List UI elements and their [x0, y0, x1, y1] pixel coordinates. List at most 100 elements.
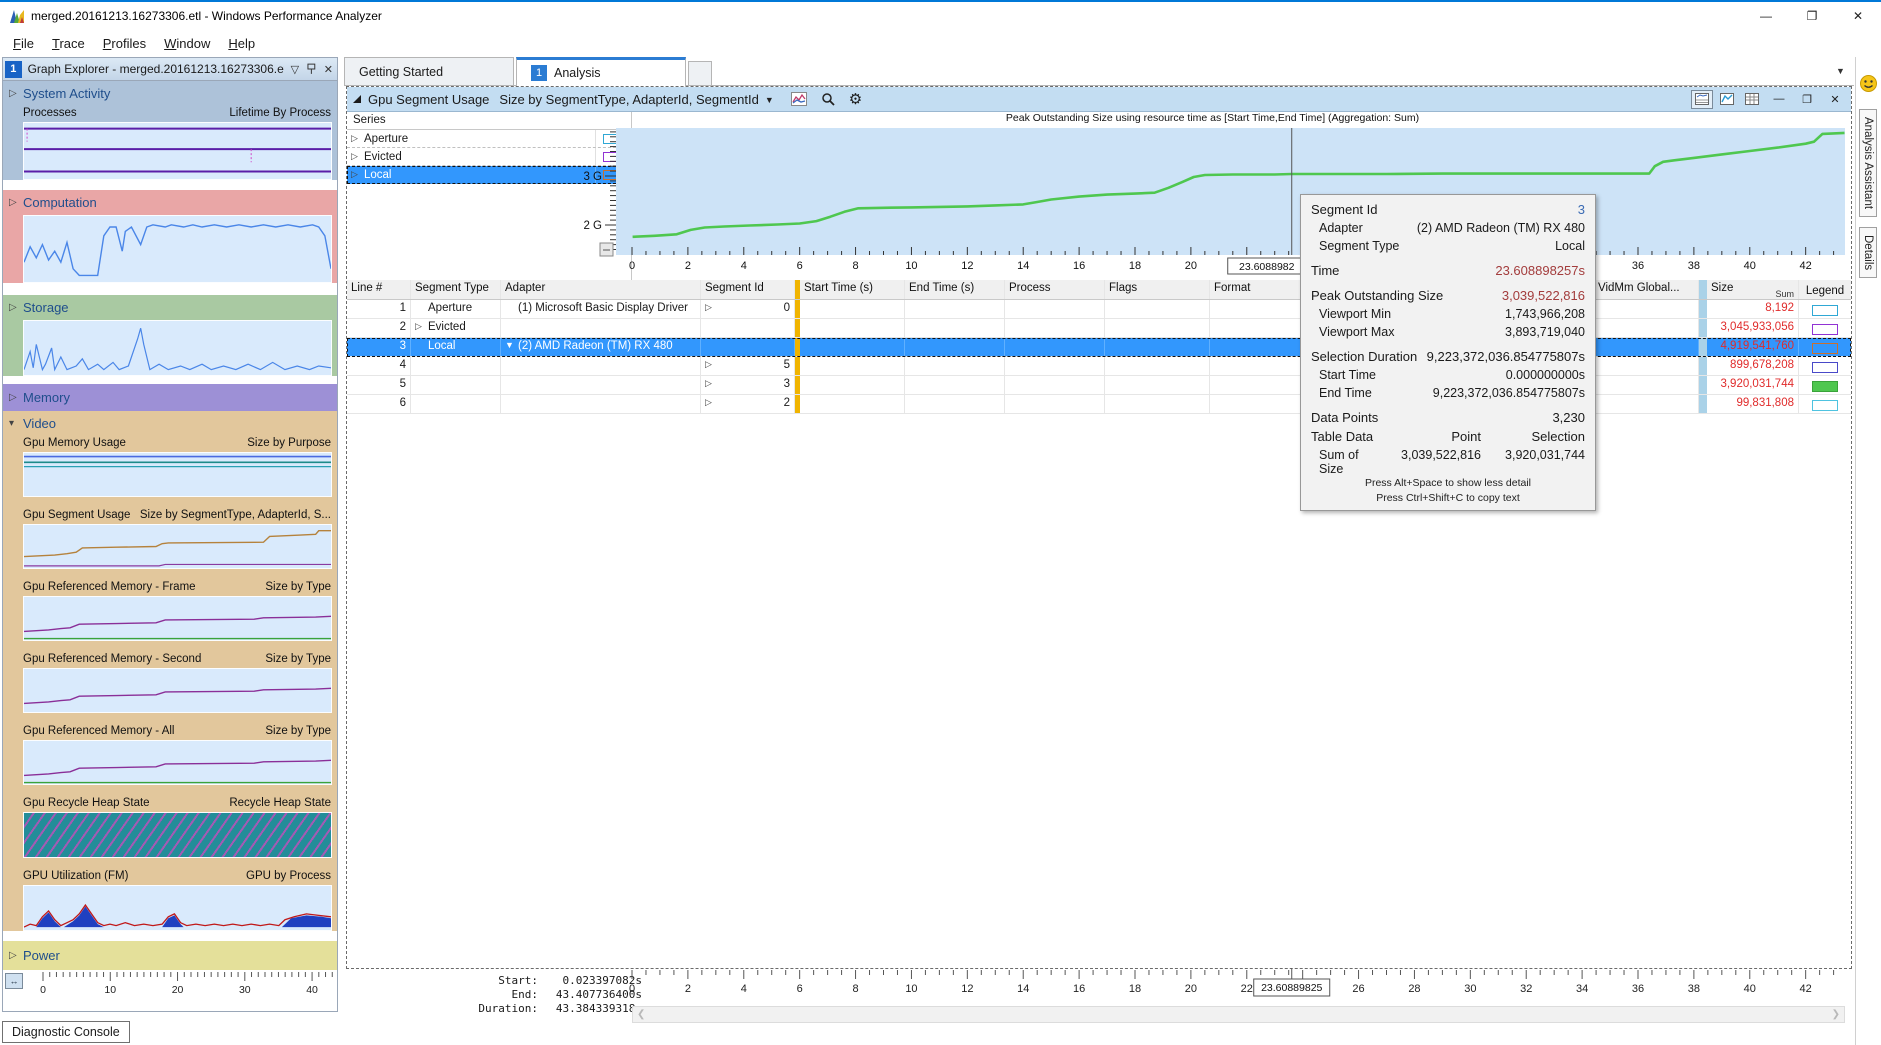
graph-item-gpu-recycle-heap-state[interactable]: Gpu Recycle Heap State Recycle Heap Stat…	[3, 794, 337, 810]
section-computation[interactable]: ▷ Computation	[3, 190, 337, 283]
col-header-adapter[interactable]: Adapter	[501, 280, 701, 299]
expander-icon[interactable]: ▷	[705, 302, 718, 318]
thumbnail-processes[interactable]	[23, 122, 332, 180]
expander-icon[interactable]: ▷	[9, 392, 23, 403]
tab-analysis-assistant[interactable]: Analysis Assistant	[1859, 109, 1877, 217]
col-header-line[interactable]: Line #	[347, 280, 411, 299]
col-header-segment-id[interactable]: Segment Id	[701, 280, 795, 299]
view-collapse-icon[interactable]	[353, 95, 361, 103]
pin-icon[interactable]	[306, 63, 317, 75]
graph-item-gpu-segment-usage[interactable]: Gpu Segment Usage Size by SegmentType, A…	[3, 506, 337, 522]
expander-icon[interactable]: ▷	[9, 197, 23, 208]
expander-icon[interactable]	[505, 302, 518, 318]
expander-icon[interactable]	[415, 302, 428, 318]
svg-text:20: 20	[1185, 260, 1197, 272]
thumbnail-computation[interactable]	[23, 215, 332, 283]
section-storage[interactable]: ▷ Storage	[3, 295, 337, 376]
expander-icon[interactable]: ▷	[9, 302, 23, 313]
thumbnail-gpu-referenced-second[interactable]	[23, 668, 332, 713]
col-header-process[interactable]: Process	[1005, 280, 1105, 299]
expander-icon[interactable]: ▷	[9, 88, 23, 99]
menu-help[interactable]: Help	[219, 32, 264, 55]
expander-icon[interactable]: ▷	[705, 397, 718, 413]
thumbnail-gpu-referenced-frame[interactable]	[23, 596, 332, 641]
graph-item-gpu-referenced-memory-frame[interactable]: Gpu Referenced Memory - Frame Size by Ty…	[3, 578, 337, 594]
preset-dropdown-icon[interactable]: ▼	[765, 95, 774, 105]
open-graph-icon[interactable]	[791, 92, 807, 106]
menu-trace[interactable]: Trace	[43, 32, 94, 55]
thumbnail-gpu-utilization[interactable]	[23, 885, 332, 931]
tab-details[interactable]: Details	[1859, 227, 1877, 278]
tab-stub[interactable]	[688, 61, 712, 85]
window-close-button[interactable]: ✕	[1835, 2, 1881, 30]
series-label: Aperture	[364, 133, 595, 145]
scroll-right-icon[interactable]: ❯	[1832, 1009, 1840, 1020]
view-preset[interactable]: Size by SegmentType, AdapterId, SegmentI…	[499, 92, 758, 107]
col-header-legend[interactable]: Legend	[1799, 280, 1851, 299]
col-header-flags[interactable]: Flags	[1105, 280, 1210, 299]
expander-icon[interactable]: ▷	[351, 133, 364, 144]
close-icon[interactable]: ✕	[324, 63, 333, 76]
col-header-vidmm-global[interactable]: VidMm Global...	[1594, 280, 1699, 299]
thumbnail-gpu-segment-usage[interactable]	[23, 524, 332, 569]
view-minimize-button[interactable]: —	[1767, 90, 1791, 109]
graph-item-gpu-referenced-memory-all[interactable]: Gpu Referenced Memory - All Size by Type	[3, 722, 337, 738]
section-video[interactable]: ▾ Video Gpu Memory Usage Size by Purpose…	[3, 411, 337, 931]
horizontal-scrollbar[interactable]: ❮ ❯	[632, 1006, 1845, 1023]
expander-icon[interactable]: ▷	[351, 169, 364, 180]
search-icon[interactable]	[821, 92, 835, 106]
thumbnail-gpu-referenced-all[interactable]	[23, 740, 332, 785]
menu-file[interactable]: File	[4, 32, 43, 55]
svg-text:0: 0	[629, 983, 635, 995]
tab-list-dropdown-icon[interactable]: ▼	[1836, 66, 1845, 76]
gear-icon[interactable]: ⚙	[849, 90, 862, 108]
graph-item-gpu-referenced-memory-second[interactable]: Gpu Referenced Memory - Second Size by T…	[3, 650, 337, 666]
col-header-segment-type[interactable]: Segment Type	[411, 280, 501, 299]
thumbnail-gpu-memory-usage[interactable]	[23, 452, 332, 497]
graph-item-gpu-utilization[interactable]: GPU Utilization (FM) GPU by Process	[3, 867, 337, 883]
expander-icon[interactable]: ▷	[9, 950, 23, 961]
window-maximize-button[interactable]: ❐	[1789, 2, 1835, 30]
global-timeline-ruler[interactable]: 0246810121416182022242628303234363840422…	[570, 968, 1855, 1004]
aggregation-column-divider[interactable]	[1699, 280, 1707, 299]
view-mode-graph-button[interactable]	[1716, 90, 1738, 109]
menu-window[interactable]: Window	[155, 32, 219, 55]
expander-icon[interactable]	[415, 340, 428, 356]
view-mode-table-button[interactable]	[1741, 90, 1763, 109]
expander-icon[interactable]: ▼	[505, 340, 518, 356]
view-mode-both-button[interactable]	[1691, 90, 1713, 109]
table-row[interactable]: 1 Aperture (1) Microsoft Basic Display D…	[347, 300, 1851, 319]
section-power[interactable]: ▷ Power	[3, 941, 337, 970]
diagnostic-console-button[interactable]: Diagnostic Console	[2, 1021, 130, 1043]
chevron-down-icon[interactable]: ▽	[291, 63, 299, 76]
gpu-segment-usage-chart[interactable]: 2 G3 G0246810121416182022242628303234363…	[570, 112, 1855, 282]
col-header-start-time[interactable]: Start Time (s)	[800, 280, 905, 299]
table-row[interactable]: 4 ▷5 899,678,208	[347, 357, 1851, 376]
table-row[interactable]: 6 ▷2 99,831,808	[347, 395, 1851, 414]
section-memory[interactable]: ▷ Memory	[3, 384, 337, 411]
expander-icon[interactable]: ▷	[705, 359, 718, 375]
scroll-left-icon[interactable]: ❮	[637, 1009, 645, 1020]
thumbnail-gpu-recycle-heap[interactable]	[23, 812, 332, 858]
expander-icon[interactable]: ▷	[705, 378, 718, 394]
window-minimize-button[interactable]: —	[1743, 2, 1789, 30]
section-system-activity[interactable]: ▷ System Activity Processes Lifetime By …	[3, 81, 337, 180]
tab-analysis[interactable]: 1 Analysis	[516, 57, 686, 86]
tab-getting-started[interactable]: Getting Started	[344, 57, 514, 85]
expander-icon[interactable]: ▷	[415, 321, 428, 337]
expander-icon[interactable]: ▾	[9, 418, 23, 429]
table-row[interactable]: 2 ▷Evicted 3,045,933,056	[347, 319, 1851, 338]
table-row[interactable]: 5 ▷3 3,920,031,744	[347, 376, 1851, 395]
view-maximize-button[interactable]: ❐	[1795, 90, 1819, 109]
col-header-size[interactable]: SizeSum	[1707, 280, 1799, 299]
menu-profiles[interactable]: Profiles	[94, 32, 155, 55]
zoom-reset-button[interactable]: ↔	[5, 973, 23, 989]
col-header-end-time[interactable]: End Time (s)	[905, 280, 1005, 299]
graph-item-gpu-memory-usage[interactable]: Gpu Memory Usage Size by Purpose	[3, 434, 337, 450]
graph-item-processes[interactable]: Processes Lifetime By Process	[3, 104, 337, 120]
feedback-smiley-icon[interactable]	[1860, 75, 1877, 92]
view-close-button[interactable]: ✕	[1823, 90, 1847, 109]
thumbnail-storage[interactable]	[23, 320, 332, 376]
table-row-selected[interactable]: 3 Local ▼(2) AMD Radeon (TM) RX 480 4,91…	[347, 338, 1851, 357]
expander-icon[interactable]: ▷	[351, 151, 364, 162]
